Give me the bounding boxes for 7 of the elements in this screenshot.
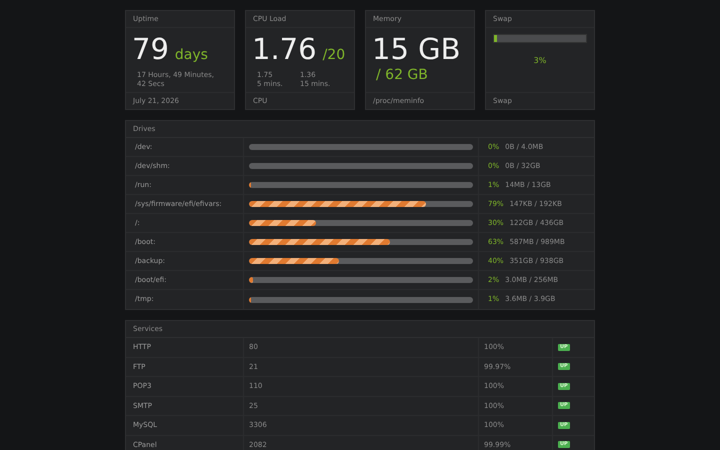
big-value: 1.76	[252, 32, 317, 66]
value-unit: days	[174, 46, 208, 64]
value-unit: /20	[322, 46, 346, 64]
big-value: 79	[132, 32, 169, 66]
big-value: 15 GB	[372, 32, 462, 66]
value-unit: / 62 GB	[375, 66, 429, 84]
swap-percent: 3%	[534, 56, 546, 65]
